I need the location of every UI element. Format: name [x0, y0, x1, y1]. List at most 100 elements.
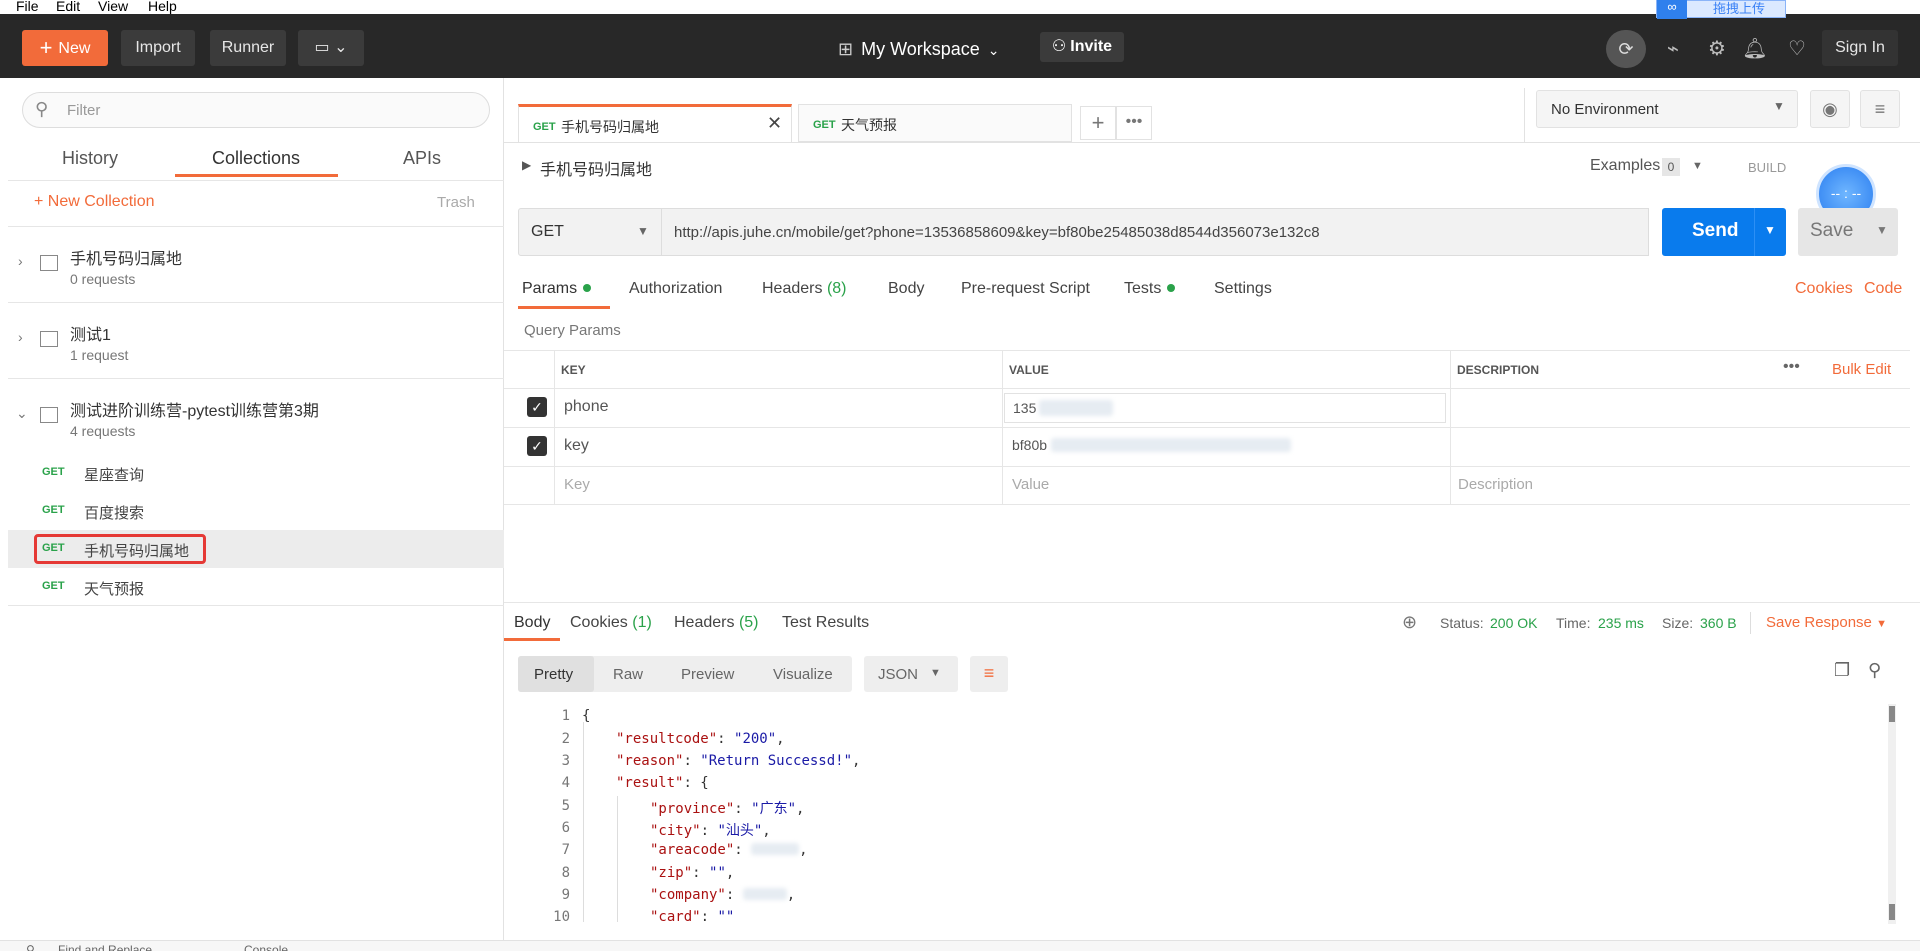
- scrollbar-thumb[interactable]: [1889, 904, 1895, 920]
- tab-tests[interactable]: Tests: [1124, 280, 1176, 298]
- request-tab-active[interactable]: GET 手机号码归属地 ✕: [518, 104, 792, 142]
- new-collection-button[interactable]: + New Collection: [34, 193, 155, 211]
- code-link[interactable]: Code: [1864, 280, 1902, 298]
- view-tab-visualize[interactable]: Visualize: [773, 666, 833, 683]
- column-value: VALUE: [1009, 363, 1049, 377]
- request-item[interactable]: GET 星座查询: [8, 454, 504, 492]
- send-button[interactable]: Send ▼: [1662, 208, 1786, 256]
- save-button[interactable]: Save ▼: [1798, 208, 1898, 256]
- runner-button[interactable]: Runner: [210, 30, 286, 66]
- param-value-input[interactable]: 135: [1004, 393, 1446, 423]
- save-response-button[interactable]: Save Response ▼: [1766, 614, 1887, 631]
- request-item[interactable]: GET 百度搜索: [8, 492, 504, 530]
- globe-icon[interactable]: ⊕: [1402, 612, 1417, 633]
- param-checkbox[interactable]: ✓: [527, 436, 547, 456]
- tab-title: 天气预报: [841, 117, 897, 133]
- tab-response-headers[interactable]: Headers (5): [674, 614, 759, 632]
- divider: [504, 427, 1910, 428]
- url-input[interactable]: http://apis.juhe.cn/mobile/get?phone=135…: [661, 208, 1649, 256]
- request-item-selected[interactable]: GET 手机号码归属地: [8, 530, 504, 568]
- caret-down-icon[interactable]: ▼: [1692, 160, 1703, 172]
- cookies-link[interactable]: Cookies: [1795, 280, 1853, 298]
- tab-authorization[interactable]: Authorization: [629, 280, 722, 298]
- more-options-icon[interactable]: •••: [1783, 358, 1800, 376]
- new-window-button[interactable]: ▭ ⌄: [298, 30, 364, 66]
- indent-guide: [583, 722, 584, 922]
- sliders-icon[interactable]: ≡: [1860, 90, 1900, 128]
- menu-help[interactable]: Help: [148, 0, 177, 13]
- invite-button[interactable]: ⚇ Invite: [1040, 32, 1124, 62]
- scrollbar-track[interactable]: [1888, 704, 1896, 924]
- tab-response-cookies[interactable]: Cookies (1): [570, 614, 652, 632]
- key-placeholder[interactable]: Key: [564, 476, 590, 493]
- tab-response-body[interactable]: Body: [514, 614, 550, 632]
- method-badge: GET: [42, 542, 65, 554]
- eye-icon[interactable]: ◉: [1810, 90, 1850, 128]
- view-tab-preview[interactable]: Preview: [681, 666, 734, 683]
- tab-prerequest[interactable]: Pre-request Script: [961, 280, 1090, 298]
- method-badge: GET: [533, 121, 556, 133]
- request-tab[interactable]: GET 天气预报: [798, 104, 1072, 142]
- tab-headers[interactable]: Headers (8): [762, 280, 847, 298]
- tab-collections[interactable]: Collections: [212, 148, 300, 169]
- collection-item[interactable]: › 手机号码归属地 0 requests: [8, 227, 504, 303]
- search-icon[interactable]: ⚲: [1868, 660, 1881, 681]
- tab-body[interactable]: Body: [888, 280, 924, 298]
- size-label: Size:: [1662, 615, 1694, 631]
- tab-history[interactable]: History: [62, 148, 118, 169]
- examples-label[interactable]: Examples: [1590, 157, 1660, 175]
- import-button[interactable]: Import: [121, 30, 195, 66]
- satellite-icon[interactable]: ⌁: [1656, 32, 1690, 66]
- description-placeholder[interactable]: Description: [1458, 476, 1533, 493]
- gear-icon[interactable]: ⚙: [1700, 32, 1734, 66]
- tab-apis[interactable]: APIs: [403, 148, 441, 169]
- menu-edit[interactable]: Edit: [56, 0, 80, 13]
- close-icon[interactable]: ✕: [767, 113, 782, 134]
- param-value[interactable]: bf80b: [1012, 437, 1291, 453]
- heart-icon[interactable]: ♡: [1780, 32, 1814, 66]
- method-select[interactable]: GET ▼: [518, 208, 662, 256]
- tab-test-results[interactable]: Test Results: [782, 614, 869, 632]
- param-key[interactable]: phone: [564, 398, 609, 416]
- caret-down-icon: ▼: [1876, 618, 1887, 630]
- request-name: 百度搜索: [84, 505, 145, 522]
- collection-item-expanded[interactable]: ⌄ 测试进阶训练营-pytest训练营第3期 4 requests: [8, 379, 504, 455]
- wrap-lines-icon[interactable]: ≡: [970, 656, 1008, 692]
- console-button[interactable]: Console: [244, 943, 288, 951]
- new-button[interactable]: + New: [22, 30, 108, 66]
- divider: [8, 180, 504, 181]
- expand-icon[interactable]: ▶: [522, 158, 531, 172]
- menu-view[interactable]: View: [98, 0, 128, 13]
- find-replace-button[interactable]: Find and Replace: [58, 943, 152, 951]
- tab-params[interactable]: Params: [522, 280, 592, 298]
- value-placeholder[interactable]: Value: [1012, 476, 1049, 493]
- collection-item[interactable]: › 测试1 1 request: [8, 303, 504, 379]
- more-tabs-icon[interactable]: •••: [1116, 106, 1152, 140]
- scrollbar-thumb[interactable]: [1889, 706, 1895, 722]
- trash-button[interactable]: Trash: [437, 194, 475, 211]
- examples-count: 0: [1662, 158, 1680, 176]
- tab-settings[interactable]: Settings: [1214, 280, 1272, 298]
- view-tab-raw[interactable]: Raw: [613, 666, 643, 683]
- filter-input[interactable]: ⚲ Filter: [22, 92, 490, 128]
- sync-off-icon[interactable]: ⟳: [1606, 30, 1646, 68]
- environment-select[interactable]: No Environment ▼: [1536, 90, 1798, 128]
- copy-icon[interactable]: ❐: [1834, 660, 1850, 681]
- caret-down-icon: ▼: [1876, 223, 1888, 237]
- request-item[interactable]: GET 天气预报: [8, 568, 504, 606]
- upload-overlay[interactable]: ∞ 拖拽上传: [1656, 0, 1786, 19]
- bell-icon[interactable]: 🔔︎: [1738, 32, 1772, 66]
- param-key[interactable]: key: [564, 437, 589, 455]
- caret-down-icon: ▼: [1773, 99, 1785, 113]
- view-tab-pretty[interactable]: Pretty: [534, 666, 573, 683]
- add-tab-icon[interactable]: +: [1080, 106, 1116, 140]
- workspace-switcher[interactable]: ⊞ My Workspace ⌄: [838, 34, 1000, 64]
- format-select[interactable]: JSON ▼: [864, 656, 958, 692]
- code-line: {: [582, 708, 591, 724]
- collection-count: 0 requests: [70, 271, 136, 287]
- sign-in-button[interactable]: Sign In: [1822, 30, 1898, 66]
- bulk-edit-link[interactable]: Bulk Edit: [1832, 361, 1891, 378]
- param-checkbox[interactable]: ✓: [527, 397, 547, 417]
- build-label[interactable]: BUILD: [1748, 160, 1786, 175]
- menu-file[interactable]: File: [16, 0, 39, 13]
